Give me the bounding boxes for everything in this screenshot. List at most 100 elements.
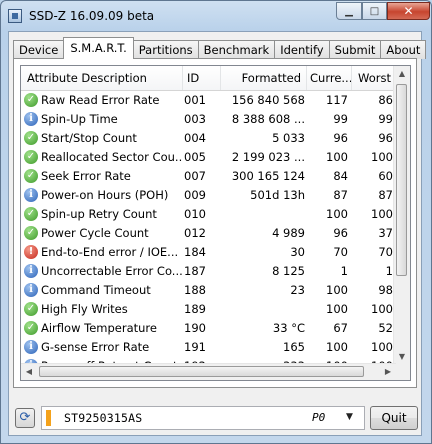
- check-circle-icon: ✓: [24, 207, 38, 221]
- attribute-current: 100: [326, 207, 348, 221]
- scroll-down-arrow[interactable]: ▼: [394, 349, 410, 365]
- attribute-current: 100: [326, 150, 348, 164]
- attribute-current: 70: [333, 245, 348, 259]
- tab-about[interactable]: About: [380, 40, 427, 59]
- table-row[interactable]: ! End-to-End error / IOE... 184 30 70 70: [21, 243, 396, 262]
- table-row[interactable]: i G-sense Error Rate 191 165 100 100: [21, 338, 396, 357]
- refresh-icon: ⟳: [19, 410, 31, 425]
- column-header-current[interactable]: Curre...: [307, 66, 352, 90]
- column-header-id[interactable]: ID: [183, 66, 221, 90]
- scroll-left-arrow[interactable]: ◀: [21, 364, 37, 380]
- attribute-description: Seek Error Rate: [41, 169, 131, 183]
- info-circle-icon: i: [24, 340, 38, 354]
- table-row[interactable]: i Spin-Up Time 003 8 388 608 ... 99 99: [21, 110, 396, 129]
- attribute-description: Spin-Up Time: [41, 112, 118, 126]
- check-circle-icon: ✓: [24, 226, 38, 240]
- attribute-formatted: 33 °C: [272, 321, 305, 335]
- attribute-current: 100: [326, 302, 348, 316]
- attribute-id: 012: [184, 226, 206, 240]
- check-circle-icon: ✓: [24, 93, 38, 107]
- info-circle-icon: i: [24, 264, 38, 278]
- attribute-formatted: 4 989: [272, 226, 305, 240]
- refresh-button[interactable]: ⟳: [15, 408, 35, 428]
- attribute-current: 96: [333, 131, 348, 145]
- table-row[interactable]: ✓ Raw Read Error Rate 001 156 840 568 117 86: [21, 91, 396, 110]
- close-button[interactable]: ✕: [387, 2, 430, 20]
- check-circle-icon: ✓: [24, 150, 38, 164]
- horizontal-scroll-thumb[interactable]: [39, 366, 364, 377]
- attribute-worst: 1: [385, 264, 393, 278]
- attribute-formatted: 501d 13h: [250, 188, 305, 202]
- error-circle-icon: !: [24, 245, 38, 259]
- attribute-worst: 100: [371, 150, 393, 164]
- attribute-worst: 70: [378, 245, 393, 259]
- tab-benchmark[interactable]: Benchmark: [197, 40, 276, 59]
- attribute-description: Airflow Temperature: [41, 321, 157, 335]
- chevron-down-icon[interactable]: ▼: [346, 412, 353, 422]
- attribute-formatted: 165: [283, 340, 305, 354]
- table-row[interactable]: i Power-on Hours (POH) 009 501d 13h 87 87: [21, 186, 396, 205]
- bottom-bar: ⟳ ST9250315AS P0 ▼ Quit: [15, 406, 418, 430]
- attribute-worst: 98: [378, 283, 393, 297]
- table-row[interactable]: ✓ Reallocated Sector Cou... 005 2 199 023 .…: [21, 148, 396, 167]
- column-header-formatted[interactable]: Formatted: [221, 66, 307, 90]
- tab-strip: Device S.M.A.R.T. Partitions Benchmark I…: [13, 37, 427, 59]
- attribute-current: 1: [340, 264, 348, 278]
- attribute-formatted: 23: [290, 283, 305, 297]
- drive-name: ST9250315AS: [64, 411, 143, 425]
- attribute-description: Reallocated Sector Cou...: [41, 150, 183, 164]
- client-area: Device S.M.A.R.T. Partitions Benchmark I…: [8, 31, 427, 436]
- minimize-button[interactable]: ▁: [336, 2, 362, 20]
- attribute-description: Power Cycle Count: [41, 226, 149, 240]
- attribute-id: 187: [184, 264, 206, 278]
- attribute-current: 96: [333, 226, 348, 240]
- attribute-description: Spin-up Retry Count: [41, 207, 157, 221]
- attribute-worst: 99: [378, 112, 393, 126]
- attribute-description: Command Timeout: [41, 283, 151, 297]
- attribute-current: 99: [333, 112, 348, 126]
- vertical-scrollbar[interactable]: ▲ ▼: [393, 66, 410, 365]
- attribute-current: 84: [333, 169, 348, 183]
- attribute-formatted: [225, 300, 305, 319]
- attribute-worst: 100: [371, 207, 393, 221]
- column-header-description[interactable]: Attribute Description: [21, 66, 183, 90]
- attribute-formatted: 5 033: [272, 131, 305, 145]
- column-header-worst[interactable]: Worst: [352, 66, 396, 90]
- horizontal-scrollbar[interactable]: ◀ ▶: [21, 363, 396, 380]
- app-icon: [8, 9, 22, 23]
- table-row[interactable]: ✓ Start/Stop Count 004 5 033 96 96: [21, 129, 396, 148]
- attribute-current: 67: [333, 321, 348, 335]
- tab-submit[interactable]: Submit: [328, 40, 382, 59]
- tab-partitions[interactable]: Partitions: [132, 40, 199, 59]
- app-window: SSD-Z 16.09.09 beta ▁ □ ✕ Device S.M.A.R…: [0, 0, 432, 444]
- quit-button[interactable]: Quit: [370, 406, 418, 430]
- table-row[interactable]: ✓ High Fly Writes 189 100 100: [21, 300, 396, 319]
- info-circle-icon: i: [24, 188, 38, 202]
- tab-device[interactable]: Device: [13, 40, 65, 59]
- attribute-description: Start/Stop Count: [41, 131, 137, 145]
- attribute-current: 100: [326, 340, 348, 354]
- maximize-button[interactable]: □: [362, 2, 387, 20]
- attribute-description: Raw Read Error Rate: [41, 93, 160, 107]
- table-row[interactable]: i Command Timeout 188 23 100 98: [21, 281, 396, 300]
- tab-identify[interactable]: Identify: [274, 40, 330, 59]
- table-row[interactable]: i Uncorrectable Error Co... 187 8 125 1 1: [21, 262, 396, 281]
- table-row[interactable]: ✓ Power Cycle Count 012 4 989 96 37: [21, 224, 396, 243]
- vertical-scroll-thumb[interactable]: [396, 84, 407, 276]
- smart-attribute-list[interactable]: Attribute Description ID Formatted Curre…: [20, 65, 411, 381]
- table-row[interactable]: ✓ Seek Error Rate 007 300 165 124 84 60: [21, 167, 396, 186]
- table-row[interactable]: ✓ Airflow Temperature 190 33 °C 67 52: [21, 319, 396, 338]
- scroll-up-arrow[interactable]: ▲: [394, 66, 410, 82]
- attribute-id: 007: [184, 169, 206, 183]
- attribute-worst: 87: [378, 188, 393, 202]
- table-row[interactable]: ✓ Spin-up Retry Count 010 100 100: [21, 205, 396, 224]
- list-body: ✓ Raw Read Error Rate 001 156 840 568 117 86 i…: [21, 91, 396, 380]
- attribute-current: 100: [326, 283, 348, 297]
- scroll-corner: [394, 364, 410, 380]
- tab-smart[interactable]: S.M.A.R.T.: [63, 37, 134, 59]
- title-bar[interactable]: SSD-Z 16.09.09 beta ▁ □ ✕: [1, 1, 431, 31]
- attribute-id: 001: [184, 93, 206, 107]
- attribute-formatted: [225, 205, 305, 224]
- attribute-worst: 86: [378, 93, 393, 107]
- drive-selector[interactable]: ST9250315AS P0 ▼: [41, 406, 365, 430]
